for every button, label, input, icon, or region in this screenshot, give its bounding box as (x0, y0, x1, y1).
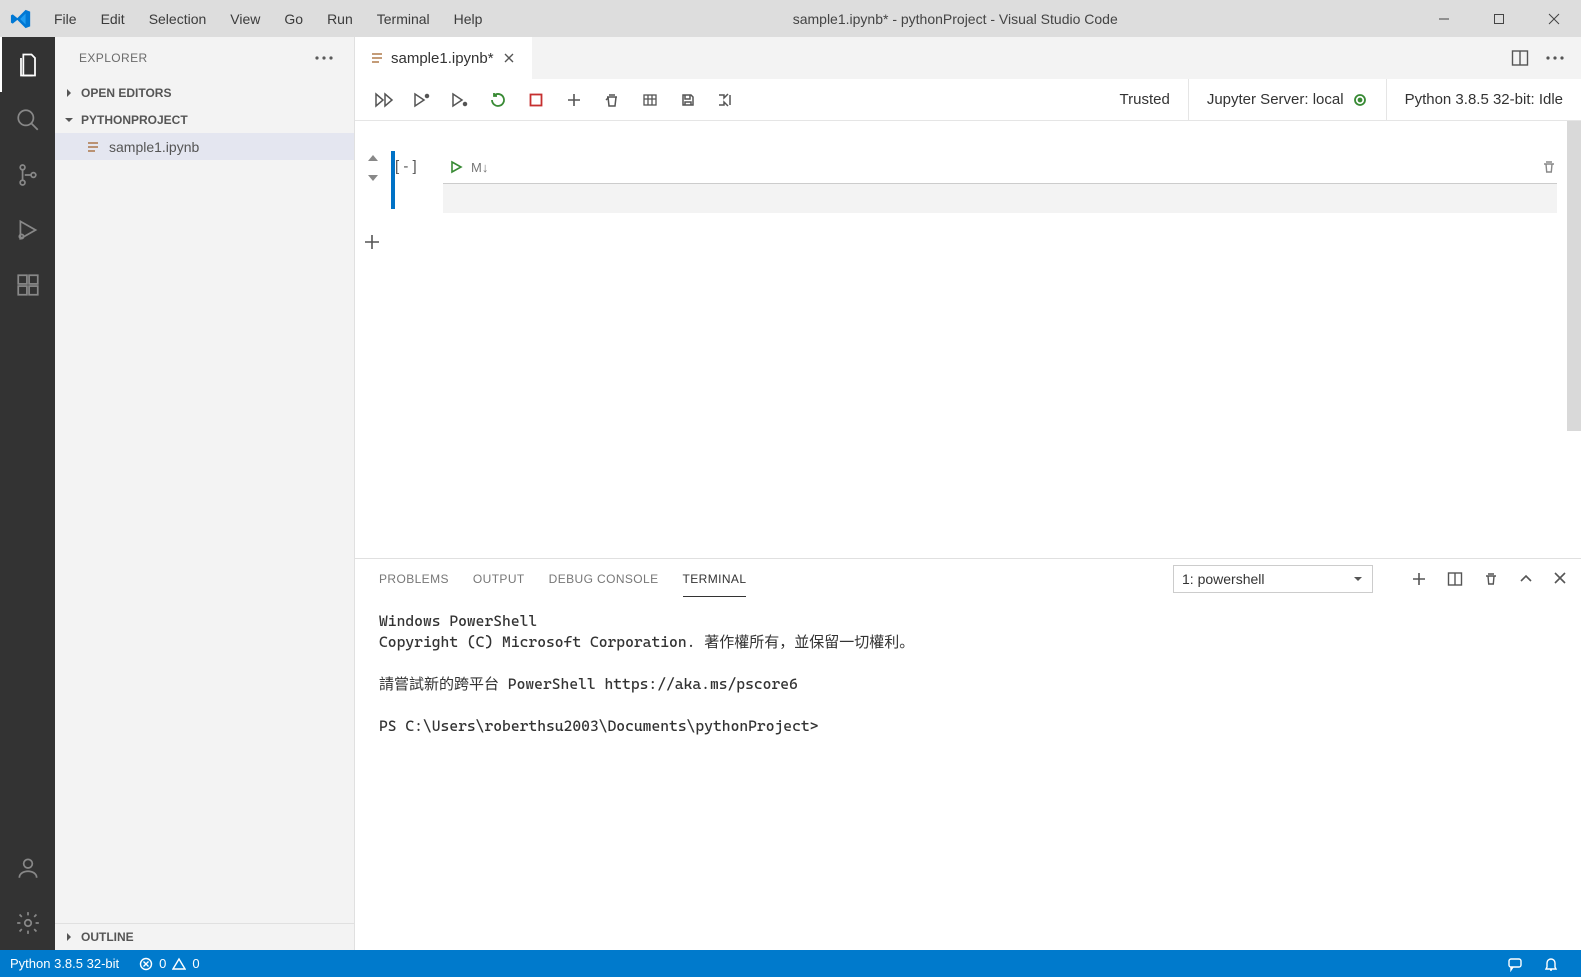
menu-bar: File Edit Selection View Go Run Terminal… (42, 3, 494, 35)
menu-go[interactable]: Go (272, 3, 315, 35)
menu-edit[interactable]: Edit (89, 3, 137, 35)
notebook-file-icon (85, 139, 101, 155)
panel: Problems Output Debug Console Terminal 1… (355, 558, 1581, 950)
tab-bar: sample1.ipynb* (355, 37, 1581, 79)
python-interpreter-status[interactable]: Python 3.8.5 32-bit: Idle (1386, 79, 1581, 121)
minimize-button[interactable] (1416, 0, 1471, 37)
panel-maximize-icon[interactable] (1519, 571, 1533, 587)
explorer-icon[interactable] (0, 37, 55, 92)
run-cell-icon[interactable] (449, 160, 463, 174)
tab-sample1[interactable]: sample1.ipynb* (355, 37, 533, 79)
jupyter-server-status[interactable]: Jupyter Server: local (1188, 79, 1386, 121)
notebook-toolbar: Trusted Jupyter Server: local Python 3.8… (355, 79, 1581, 121)
explorer-sidebar: Explorer Open Editors PYTHONPROJECT samp… (55, 37, 355, 950)
accounts-icon[interactable] (0, 840, 55, 895)
editor-actions (1495, 37, 1581, 79)
title-bar: File Edit Selection View Go Run Terminal… (0, 0, 1581, 37)
move-cell-up-icon[interactable] (366, 151, 380, 165)
panel-close-icon[interactable] (1553, 571, 1567, 587)
menu-run[interactable]: Run (315, 3, 365, 35)
menu-selection[interactable]: Selection (137, 3, 219, 35)
save-icon[interactable] (669, 79, 707, 121)
maximize-button[interactable] (1471, 0, 1526, 37)
delete-cell-icon[interactable] (1541, 159, 1557, 175)
run-below-icon[interactable] (441, 79, 479, 121)
clear-output-icon[interactable] (593, 79, 631, 121)
extensions-icon[interactable] (0, 257, 55, 312)
explorer-actions-icon[interactable] (310, 51, 338, 65)
window-controls (1416, 0, 1581, 37)
menu-file[interactable]: File (42, 3, 89, 35)
variables-icon[interactable] (631, 79, 669, 121)
source-control-icon[interactable] (0, 147, 55, 202)
markdown-toggle[interactable]: M↓ (471, 160, 488, 175)
editor-area: sample1.ipynb* (355, 37, 1581, 950)
panel-tab-terminal[interactable]: Terminal (683, 562, 747, 597)
project-section[interactable]: PYTHONPROJECT (55, 106, 354, 133)
notebook-tab-icon (369, 50, 385, 66)
status-bar: Python 3.8.5 32-bit 0 0 (0, 950, 1581, 977)
settings-gear-icon[interactable] (0, 895, 55, 950)
panel-tab-problems[interactable]: Problems (379, 562, 449, 596)
split-editor-icon[interactable] (1511, 49, 1529, 67)
file-name: sample1.ipynb (109, 139, 199, 155)
new-terminal-icon[interactable] (1411, 571, 1427, 587)
trusted-status[interactable]: Trusted (1102, 79, 1188, 121)
terminal-output[interactable]: Windows PowerShell Copyright (C) Microso… (355, 599, 1581, 950)
restart-kernel-icon[interactable] (479, 79, 517, 121)
status-bell-icon[interactable] (1533, 950, 1569, 977)
close-button[interactable] (1526, 0, 1581, 37)
status-python[interactable]: Python 3.8.5 32-bit (0, 950, 129, 977)
interrupt-kernel-icon[interactable] (517, 79, 555, 121)
panel-tab-output[interactable]: Output (473, 562, 525, 596)
project-label: PYTHONPROJECT (81, 113, 188, 127)
server-link-icon (1352, 92, 1368, 108)
cell-execution-label: [ - ] (395, 151, 443, 213)
outline-section[interactable]: Outline (55, 923, 354, 950)
notebook-body: [ - ] M↓ (355, 121, 1581, 558)
terminal-selector[interactable]: 1: powershell (1173, 565, 1373, 593)
cell-input[interactable] (443, 183, 1557, 213)
vscode-logo (0, 8, 42, 30)
window-title: sample1.ipynb* - pythonProject - Visual … (494, 11, 1416, 27)
panel-tabs: Problems Output Debug Console Terminal 1… (355, 559, 1581, 599)
split-terminal-icon[interactable] (1447, 571, 1463, 587)
code-cell[interactable]: [ - ] M↓ (355, 121, 1581, 213)
move-cell-down-icon[interactable] (366, 171, 380, 185)
search-icon[interactable] (0, 92, 55, 147)
tab-close-icon[interactable] (500, 49, 518, 67)
kill-terminal-icon[interactable] (1483, 571, 1499, 587)
activity-bar (0, 37, 55, 950)
add-cell-icon[interactable] (555, 79, 593, 121)
run-debug-icon[interactable] (0, 202, 55, 257)
explorer-title: Explorer (79, 51, 148, 65)
file-item-sample1[interactable]: sample1.ipynb (55, 133, 354, 160)
menu-terminal[interactable]: Terminal (365, 3, 442, 35)
export-icon[interactable] (707, 79, 745, 121)
status-errors-warnings[interactable]: 0 0 (129, 950, 209, 977)
editor-more-icon[interactable] (1545, 55, 1565, 61)
explorer-header: Explorer (55, 37, 354, 79)
add-cell-below-icon[interactable] (355, 213, 1581, 251)
run-above-icon[interactable] (403, 79, 441, 121)
run-all-icon[interactable] (365, 79, 403, 121)
menu-help[interactable]: Help (442, 3, 495, 35)
menu-view[interactable]: View (218, 3, 272, 35)
status-feedback-icon[interactable] (1497, 950, 1533, 977)
panel-tab-debug-console[interactable]: Debug Console (549, 562, 659, 596)
tab-label: sample1.ipynb* (391, 50, 494, 67)
open-editors-section[interactable]: Open Editors (55, 79, 354, 106)
open-editors-label: Open Editors (81, 86, 171, 100)
notebook-scrollbar[interactable] (1567, 121, 1581, 558)
outline-label: Outline (81, 930, 134, 944)
